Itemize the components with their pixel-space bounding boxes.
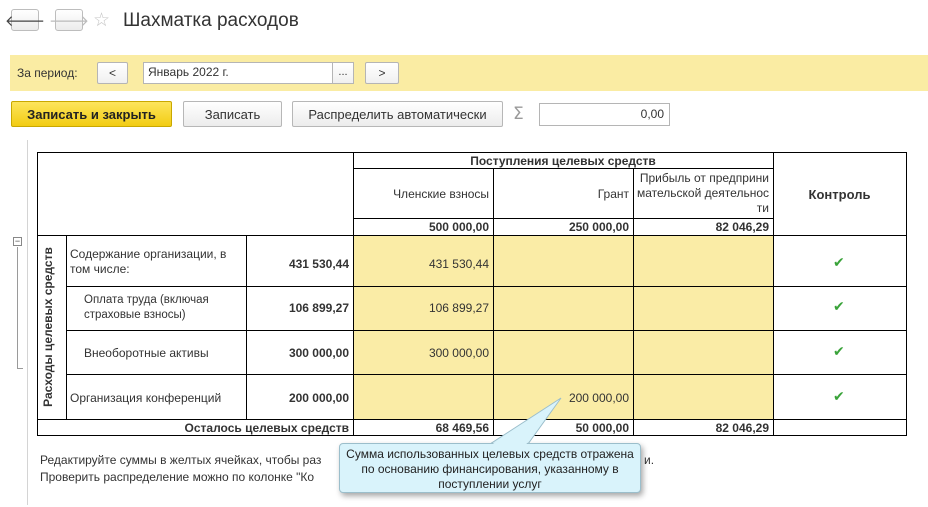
cell-membership[interactable]: 300 000,00 (353, 346, 493, 360)
note-line-1-end: и. (644, 453, 655, 467)
grid-line (66, 374, 907, 375)
row-total: 106 899,27 (288, 301, 349, 315)
remaining-value: 82 046,29 (715, 421, 769, 435)
cell-profit[interactable] (633, 257, 773, 273)
grid-line (66, 235, 67, 419)
period-label: За период: (17, 66, 78, 80)
grid-line (66, 286, 907, 287)
grid-line (353, 168, 773, 169)
callout-tooltip: Сумма использованных целевых средств отр… (339, 443, 641, 493)
remaining-value: 68 469,56 (435, 421, 489, 435)
grid-line (353, 218, 773, 219)
column-total: 250 000,00 (568, 220, 629, 234)
cell-grant[interactable] (493, 257, 633, 273)
forward-button[interactable]: 🡒 (49, 9, 89, 31)
arrow-right-icon: 🡒 (48, 11, 90, 30)
check-icon: ✔ (833, 299, 845, 315)
distribute-automatically-button[interactable]: Распределить автоматически (292, 101, 503, 127)
cell-profit[interactable] (633, 391, 773, 407)
favorite-star-icon[interactable]: ☆ (93, 9, 110, 31)
row-total: 200 000,00 (288, 391, 349, 405)
group-bracket-end (17, 368, 23, 369)
back-button[interactable]: 🡐 (5, 9, 45, 31)
check-icon: ✔ (833, 389, 845, 405)
cell-membership[interactable]: 106 899,27 (353, 301, 493, 315)
arrow-left-icon: 🡐 (4, 11, 46, 30)
check-icon: ✔ (833, 344, 845, 360)
cell-membership[interactable]: 431 530,44 (353, 257, 493, 271)
note-line-1: Редактируйте суммы в желтых ячейках, что… (40, 453, 322, 467)
cell-profit[interactable] (633, 301, 773, 317)
period-next-button[interactable]: > (365, 62, 399, 84)
save-and-close-button[interactable]: Записать и закрыть (11, 101, 172, 127)
column-header-profit: Прибыль от предпринимательской деятельно… (636, 171, 769, 215)
sigma-icon: Σ (513, 104, 524, 124)
save-button[interactable]: Записать (183, 101, 282, 127)
row-name: Содержание организации, в том числе: (70, 247, 227, 276)
total-sum-field[interactable]: 0,00 (539, 103, 670, 126)
remaining-value: 50 000,00 (575, 421, 629, 435)
group-header: Поступления целевых средств (470, 154, 656, 168)
cell-profit[interactable] (633, 346, 773, 362)
period-choose-button[interactable]: ... (332, 62, 354, 84)
row-name: Организация конференций (70, 391, 222, 405)
cell-membership[interactable] (353, 391, 493, 407)
grid-line (66, 330, 907, 331)
row-name: Внеоборотные активы (84, 346, 209, 360)
row-total: 300 000,00 (288, 346, 349, 360)
page-title: Шахматка расходов (123, 10, 299, 31)
cell-grant[interactable]: 200 000,00 (493, 391, 633, 405)
cell-grant[interactable] (493, 301, 633, 317)
period-bar: За период: < Январь 2022 г. ... > (10, 55, 928, 91)
cell-grant[interactable] (493, 346, 633, 362)
collapse-group-icon[interactable]: − (13, 237, 22, 246)
row-group-label: Расходы целевых средств (41, 247, 55, 407)
grid-line (37, 152, 38, 436)
grid-line (37, 235, 907, 236)
row-total: 431 530,44 (288, 257, 349, 271)
row-name: Оплата труда (включая страховые взносы) (84, 294, 209, 321)
grid-line (37, 435, 907, 436)
grid-line (37, 419, 907, 420)
period-input[interactable]: Январь 2022 г. (143, 62, 353, 84)
column-header-membership: Членские взносы (393, 187, 489, 201)
remaining-label: Осталось целевых средств (184, 421, 349, 435)
column-header-grant: Грант (597, 187, 629, 201)
column-total: 500 000,00 (428, 220, 489, 234)
note-line-2: Проверить распределение можно по колонке… (40, 470, 315, 484)
period-prev-button[interactable]: < (97, 62, 128, 84)
group-bracket (17, 247, 18, 368)
group-divider (27, 140, 28, 505)
grid-line (906, 152, 907, 436)
check-icon: ✔ (833, 255, 845, 271)
column-header-control: Контроль (808, 187, 871, 202)
column-total: 82 046,29 (715, 220, 769, 234)
grid-line (37, 152, 907, 153)
